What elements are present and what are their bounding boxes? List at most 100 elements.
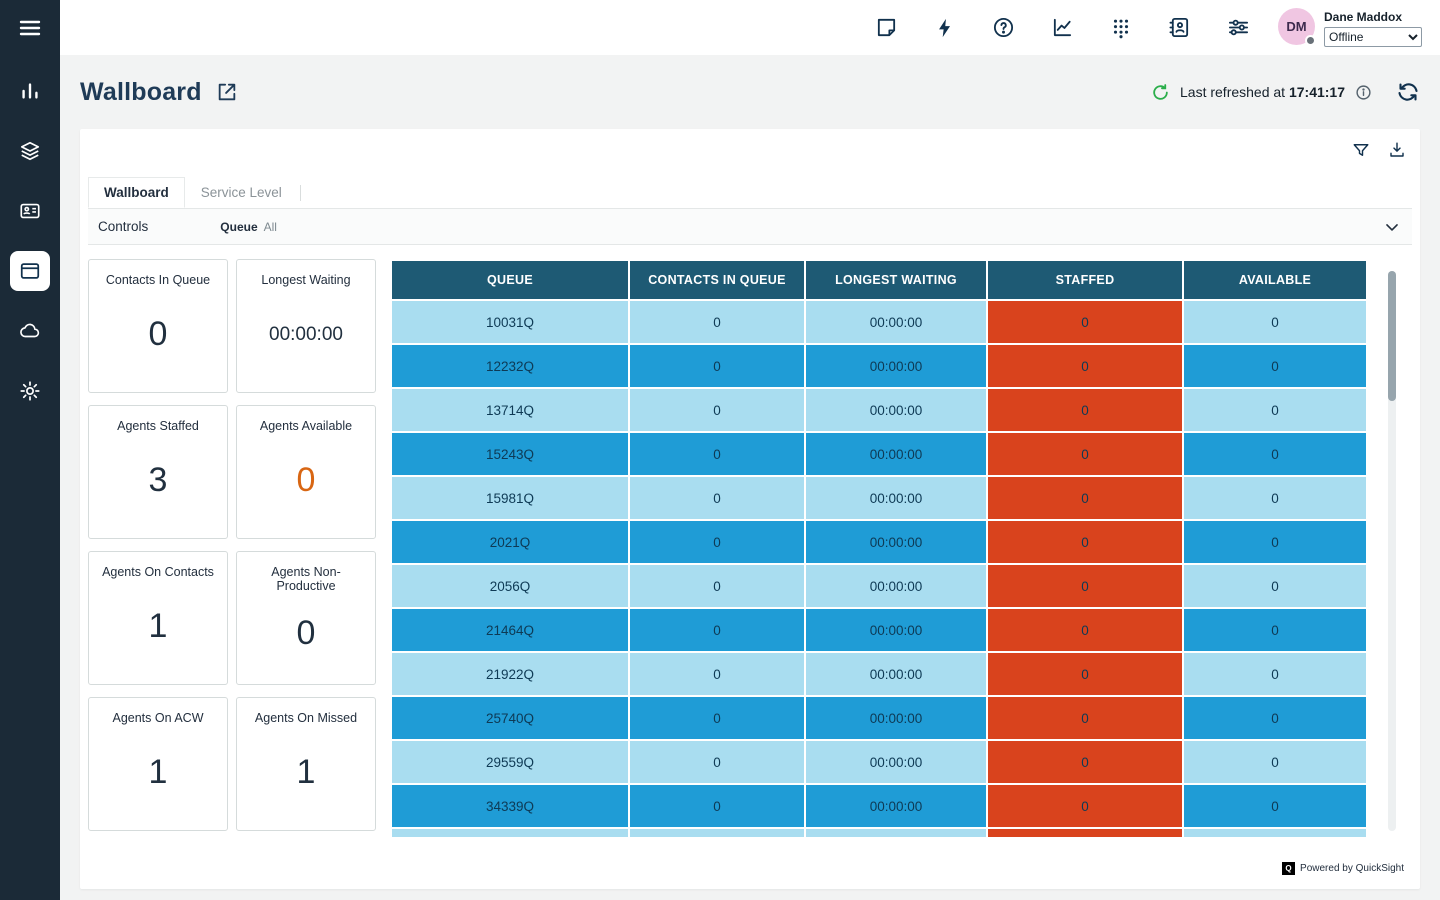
directory-button[interactable] bbox=[1168, 16, 1191, 39]
dashboard-card: Wallboard Service Level Controls Queue A… bbox=[80, 129, 1420, 889]
table-row[interactable]: 15243Q 0 00:00:00 0 0 bbox=[392, 433, 1366, 475]
open-external-button[interactable] bbox=[216, 81, 238, 103]
cell-contacts-in-queue: 0 bbox=[630, 653, 804, 695]
menu-button[interactable] bbox=[10, 13, 50, 43]
queue-filter[interactable]: Queue All bbox=[220, 220, 277, 234]
quicksight-logo-icon: Q bbox=[1282, 862, 1295, 875]
cell-longest-waiting: 00:00:00 bbox=[806, 829, 986, 837]
cell-queue: 10031Q bbox=[392, 301, 628, 343]
tab-wallboard[interactable]: Wallboard bbox=[88, 177, 185, 208]
bar-chart-icon bbox=[19, 80, 41, 102]
table-row[interactable]: 21922Q 0 00:00:00 0 0 bbox=[392, 653, 1366, 695]
sidebar-item-routing[interactable] bbox=[10, 131, 50, 171]
avatar-initials: DM bbox=[1286, 19, 1306, 34]
cell-longest-waiting: 00:00:00 bbox=[806, 653, 986, 695]
cell-queue: 25740Q bbox=[392, 697, 628, 739]
cell-available: 0 bbox=[1184, 565, 1366, 607]
table-row[interactable]: 2021Q 0 00:00:00 0 0 bbox=[392, 521, 1366, 563]
page-title: Wallboard bbox=[80, 78, 202, 107]
cell-contacts-in-queue: 0 bbox=[630, 389, 804, 431]
cell-staffed: 0 bbox=[988, 433, 1182, 475]
refresh-button[interactable] bbox=[1396, 80, 1420, 104]
cell-queue: 35128Q bbox=[392, 829, 628, 837]
sidebar-item-settings[interactable] bbox=[10, 371, 50, 411]
table-row[interactable]: 15981Q 0 00:00:00 0 0 bbox=[392, 477, 1366, 519]
table-scrollbar bbox=[1388, 271, 1396, 831]
chevron-down-icon bbox=[1382, 217, 1402, 237]
kpi-agents-on-contacts: Agents On Contacts 1 bbox=[88, 551, 228, 685]
cell-staffed: 0 bbox=[988, 785, 1182, 827]
cell-longest-waiting: 00:00:00 bbox=[806, 741, 986, 783]
cell-staffed: 0 bbox=[988, 345, 1182, 387]
avatar[interactable]: DM bbox=[1278, 8, 1315, 45]
table-row[interactable]: 29559Q 0 00:00:00 0 0 bbox=[392, 741, 1366, 783]
card-toolbar bbox=[1352, 141, 1406, 159]
dialpad-button[interactable] bbox=[1110, 17, 1132, 39]
kpi-agents-staffed: Agents Staffed 3 bbox=[88, 405, 228, 539]
sidebar-item-metrics[interactable] bbox=[10, 71, 50, 111]
cell-queue: 34339Q bbox=[392, 785, 628, 827]
cell-contacts-in-queue: 0 bbox=[630, 697, 804, 739]
cell-longest-waiting: 00:00:00 bbox=[806, 609, 986, 651]
metrics-button[interactable] bbox=[1051, 16, 1074, 39]
tab-service-level[interactable]: Service Level bbox=[185, 177, 298, 208]
cell-longest-waiting: 00:00:00 bbox=[806, 345, 986, 387]
dashboard-body: Contacts In Queue 0 Longest Waiting 00:0… bbox=[88, 245, 1412, 837]
sidebar-item-cloud[interactable] bbox=[10, 311, 50, 351]
table-row[interactable]: 34339Q 0 00:00:00 0 0 bbox=[392, 785, 1366, 827]
page-header: Wallboard Last refreshed at 17:41:17 bbox=[80, 55, 1420, 129]
cell-queue: 2021Q bbox=[392, 521, 628, 563]
info-icon bbox=[1355, 84, 1372, 101]
kpi-longest-waiting: Longest Waiting 00:00:00 bbox=[236, 259, 376, 393]
table-row[interactable]: 25740Q 0 00:00:00 0 0 bbox=[392, 697, 1366, 739]
kpi-value: 3 bbox=[149, 433, 168, 538]
main-column: DM Dane Maddox Offline Wallboard bbox=[60, 0, 1440, 900]
kpi-value: 0 bbox=[297, 433, 316, 538]
sidebar-item-users[interactable] bbox=[10, 191, 50, 231]
kpi-value: 00:00:00 bbox=[269, 287, 343, 392]
quick-actions-button[interactable] bbox=[934, 17, 956, 39]
cell-staffed: 0 bbox=[988, 653, 1182, 695]
cloud-icon bbox=[19, 320, 41, 342]
notes-button[interactable] bbox=[875, 16, 898, 39]
cell-available: 0 bbox=[1184, 609, 1366, 651]
cell-contacts-in-queue: 0 bbox=[630, 785, 804, 827]
line-chart-icon bbox=[1051, 16, 1074, 39]
cell-staffed: 0 bbox=[988, 609, 1182, 651]
cell-contacts-in-queue: 0 bbox=[630, 433, 804, 475]
cell-longest-waiting: 00:00:00 bbox=[806, 433, 986, 475]
controls-collapse-button[interactable] bbox=[1382, 217, 1402, 237]
cell-queue: 2056Q bbox=[392, 565, 628, 607]
tab-separator bbox=[300, 185, 301, 201]
status-dot bbox=[1305, 35, 1316, 46]
help-button[interactable] bbox=[992, 16, 1015, 39]
refresh-info-button[interactable] bbox=[1355, 84, 1372, 101]
filter-button[interactable] bbox=[1352, 141, 1370, 159]
table-row[interactable]: 21464Q 0 00:00:00 0 0 bbox=[392, 609, 1366, 651]
cell-staffed: 0 bbox=[988, 741, 1182, 783]
preferences-button[interactable] bbox=[1227, 16, 1250, 39]
sidebar-item-dashboards[interactable] bbox=[10, 251, 50, 291]
cell-longest-waiting: 00:00:00 bbox=[806, 521, 986, 563]
status-select[interactable]: Offline bbox=[1324, 27, 1422, 47]
table-row[interactable]: 2056Q 0 00:00:00 0 0 bbox=[392, 565, 1366, 607]
cell-queue: 29559Q bbox=[392, 741, 628, 783]
cell-longest-waiting: 00:00:00 bbox=[806, 697, 986, 739]
table-row[interactable]: 10031Q 0 00:00:00 0 0 bbox=[392, 301, 1366, 343]
user-meta: Dane Maddox Offline bbox=[1324, 8, 1422, 47]
table-row[interactable]: 12232Q 0 00:00:00 0 0 bbox=[392, 345, 1366, 387]
powered-by-text: Powered by QuickSight bbox=[1300, 863, 1404, 874]
table-header-row: QUEUE CONTACTS IN QUEUE LONGEST WAITING … bbox=[392, 261, 1366, 299]
cell-longest-waiting: 00:00:00 bbox=[806, 785, 986, 827]
table-row[interactable]: 13714Q 0 00:00:00 0 0 bbox=[392, 389, 1366, 431]
cell-available: 0 bbox=[1184, 785, 1366, 827]
kpi-agents-non-productive: Agents Non-Productive 0 bbox=[236, 551, 376, 685]
sidebar bbox=[0, 0, 60, 900]
table-body: 10031Q 0 00:00:00 0 0 12232Q bbox=[392, 301, 1366, 837]
kpi-value: 1 bbox=[297, 725, 316, 830]
table-row[interactable]: 35128Q 0 00:00:00 0 0 bbox=[392, 829, 1366, 837]
export-button[interactable] bbox=[1388, 141, 1406, 159]
scrollbar-thumb[interactable] bbox=[1388, 271, 1396, 401]
kpi-value: 0 bbox=[149, 287, 168, 392]
controls-bar: Controls Queue All bbox=[88, 208, 1412, 245]
